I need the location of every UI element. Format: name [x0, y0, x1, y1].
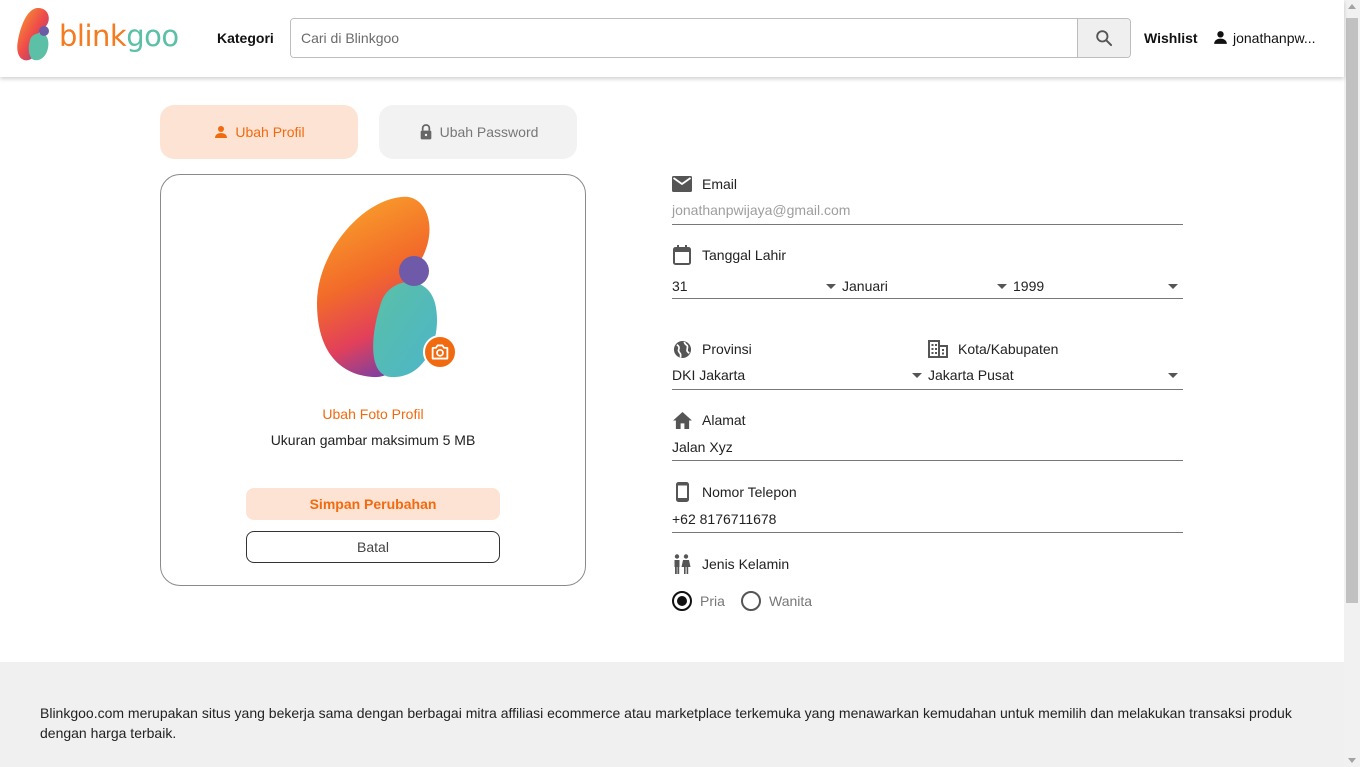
cancel-button[interactable]: Batal [246, 531, 500, 563]
city-select[interactable]: Jakarta Pusat [928, 364, 1178, 386]
birth-day-select[interactable]: 31 [672, 275, 836, 297]
gender-radio-pria[interactable]: Pria [672, 591, 725, 611]
blinkgoo-logo[interactable]: blinkgoo [16, 5, 179, 65]
region-underline [672, 389, 1183, 390]
scroll-down-arrow-icon[interactable] [1348, 758, 1356, 763]
radio-unchecked-icon [741, 591, 761, 611]
radio-checked-icon [672, 591, 692, 611]
profile-photo-card: Ubah Foto Profil Ukuran gambar maksimum … [160, 174, 586, 586]
user-menu[interactable]: jonathanpw... [1212, 29, 1316, 46]
camera-icon [431, 344, 449, 360]
email-field: jonathanpwijaya@gmail.com [672, 202, 851, 218]
person-icon [1214, 31, 1227, 44]
wc-gender-icon [672, 554, 692, 574]
globe-icon [672, 339, 692, 359]
scroll-thumb[interactable] [1346, 18, 1358, 603]
tab-label: Ubah Profil [235, 124, 305, 140]
person-icon [213, 124, 229, 140]
lock-icon [418, 123, 434, 141]
phone-label: Nomor Telepon [672, 482, 797, 502]
username-label: jonathanpw... [1233, 29, 1316, 46]
wishlist-link[interactable]: Wishlist [1144, 30, 1198, 46]
change-photo-camera-button[interactable] [423, 335, 457, 369]
search-icon [1096, 30, 1113, 47]
logo-text-blink: blink [59, 19, 127, 53]
page-scrollbar[interactable] [1344, 0, 1360, 767]
mail-icon [672, 174, 692, 194]
dropdown-caret-icon [912, 372, 922, 378]
calendar-icon [672, 245, 692, 265]
footer: Blinkgoo.com merupakan situs yang bekerj… [0, 662, 1344, 767]
tab-ubah-password[interactable]: Ubah Password [379, 105, 577, 159]
birth-year-select[interactable]: 1999 [1013, 275, 1178, 297]
birthdate-underline [672, 298, 1183, 299]
smartphone-icon [672, 482, 692, 502]
search-button[interactable] [1077, 19, 1130, 57]
phone-field[interactable]: +62 8176711678 [672, 511, 776, 527]
email-underline [672, 224, 1183, 225]
building-icon [928, 339, 948, 359]
dropdown-caret-icon [1168, 283, 1178, 289]
address-field[interactable]: Jalan Xyz [672, 439, 733, 455]
gender-radio-wanita[interactable]: Wanita [741, 591, 812, 611]
dropdown-caret-icon [826, 283, 836, 289]
footer-description: Blinkgoo.com merupakan situs yang bekerj… [40, 705, 1292, 741]
logo-mark-icon [17, 8, 49, 61]
gender-label: Jenis Kelamin [672, 554, 789, 574]
scroll-up-arrow-icon[interactable] [1348, 4, 1356, 9]
save-changes-button[interactable]: Simpan Perubahan [246, 488, 500, 520]
tab-label: Ubah Password [439, 124, 539, 140]
logo-text-goo: goo [126, 19, 179, 53]
city-label: Kota/Kabupaten [928, 339, 1058, 359]
address-underline [672, 460, 1183, 461]
email-label: Email [672, 174, 737, 194]
kategori-menu[interactable]: Kategori [217, 30, 274, 46]
search-bar [290, 18, 1131, 58]
dropdown-caret-icon [997, 283, 1007, 289]
image-size-note: Ukuran gambar maksimum 5 MB [270, 432, 476, 448]
search-input[interactable] [291, 19, 1077, 57]
phone-underline [672, 532, 1183, 533]
address-label: Alamat [672, 410, 746, 430]
top-navbar: blinkgoo Kategori Wishlist jonathanpw... [0, 0, 1344, 77]
birth-month-select[interactable]: Januari [842, 275, 1007, 297]
dropdown-caret-icon [1168, 372, 1178, 378]
change-photo-link[interactable]: Ubah Foto Profil [161, 406, 585, 422]
province-select[interactable]: DKI Jakarta [672, 364, 922, 386]
home-icon [672, 410, 692, 430]
tab-ubah-profil[interactable]: Ubah Profil [160, 105, 358, 159]
birthdate-label: Tanggal Lahir [672, 245, 786, 265]
province-label: Provinsi [672, 339, 752, 359]
